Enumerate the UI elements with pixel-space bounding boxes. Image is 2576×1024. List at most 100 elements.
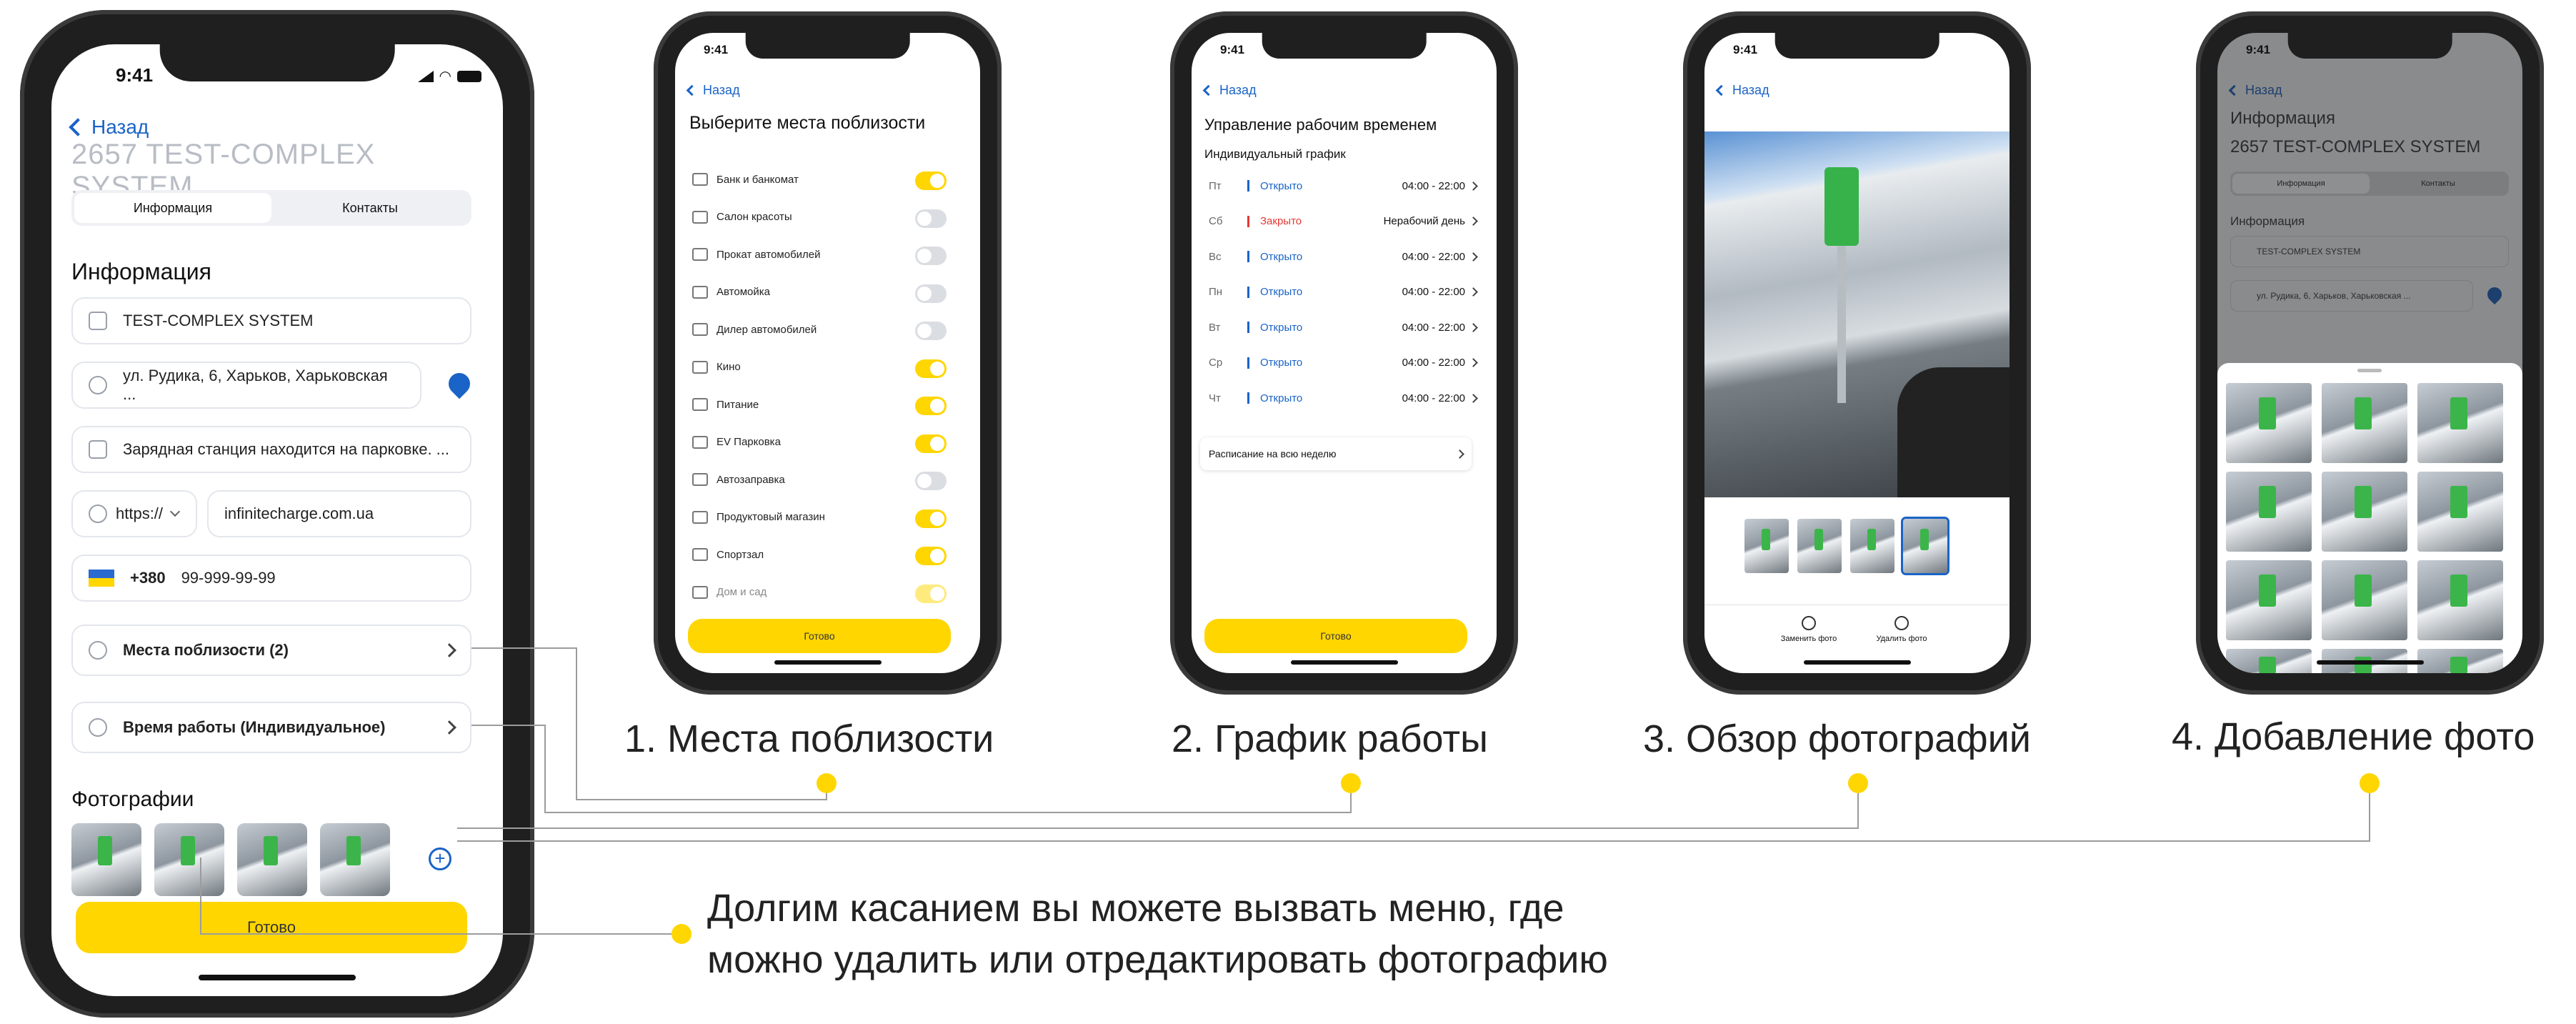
status-label: Открыто	[1260, 250, 1303, 263]
photo-picker-sheet[interactable]	[2217, 363, 2522, 673]
nearby-item: Автомойка	[692, 285, 770, 299]
address-field[interactable]: ул. Рудика, 6, Харьков, Харьковская ...	[2230, 280, 2473, 312]
tab-information[interactable]: Информация	[2232, 174, 2370, 194]
gallery-photo[interactable]	[2226, 560, 2312, 640]
photo-thumbnail[interactable]	[71, 823, 141, 896]
time-label: 04:00 - 22:00	[1402, 392, 1465, 404]
nearby-toggle[interactable]	[915, 284, 947, 303]
section-title: Информация	[2230, 214, 2305, 228]
gallery-photo[interactable]	[2322, 560, 2407, 640]
nearby-item: Автозаправка	[692, 473, 785, 486]
address-value: ул. Рудика, 6, Харьков, Харьковская ...	[2257, 291, 2411, 301]
chevron-right-icon	[1469, 358, 1478, 367]
back-button[interactable]: Назад	[1202, 83, 1257, 98]
photo-thumbnail-selected[interactable]	[1901, 517, 1950, 575]
status-indicator	[1247, 392, 1249, 404]
nearby-toggle[interactable]	[915, 547, 947, 565]
nearby-toggle[interactable]	[915, 322, 947, 340]
photo-thumbnail[interactable]	[1744, 519, 1789, 573]
nearby-item-label: Питание	[717, 398, 759, 411]
nearby-toggle[interactable]	[915, 209, 947, 228]
photo-thumbnail[interactable]	[237, 823, 307, 896]
photo-thumbnail[interactable]	[1797, 519, 1842, 573]
status-label: Открыто	[1260, 321, 1303, 334]
done-button[interactable]: Готово	[76, 902, 467, 953]
protocol-select[interactable]: https://	[71, 490, 197, 537]
connector-line	[471, 725, 546, 726]
connector-line	[200, 858, 201, 935]
map-pin-icon[interactable]	[444, 368, 475, 399]
nearby-phone-frame: 9:41 Назад Выберите места поблизости Бан…	[654, 11, 1002, 695]
tab-information[interactable]: Информация	[74, 193, 271, 223]
nearby-toggle[interactable]	[915, 359, 947, 378]
gallery-photo[interactable]	[2417, 472, 2503, 552]
phone-value: 99-999-99-99	[181, 569, 276, 587]
nearby-item: Банк и банкомат	[692, 173, 799, 186]
delete-photo-button[interactable]: Удалить фото	[1866, 616, 1937, 643]
name-field[interactable]: TEST-COMPLEX SYSTEM	[71, 297, 471, 344]
map-pin-icon[interactable]	[2484, 284, 2505, 305]
back-button[interactable]: Назад	[69, 116, 149, 139]
chevron-right-icon	[1469, 322, 1478, 332]
clock-icon	[89, 718, 107, 737]
nearby-toggle[interactable]	[915, 172, 947, 190]
back-button[interactable]: Назад	[686, 83, 740, 98]
add-photo-icon[interactable]: +	[429, 847, 451, 870]
schedule-subtitle: Индивидуальный график	[1204, 147, 1346, 161]
nearby-toggle[interactable]	[915, 472, 947, 490]
gallery-photo[interactable]	[2417, 649, 2503, 673]
chevron-right-icon	[1455, 449, 1464, 459]
gallery-photo[interactable]	[2322, 383, 2407, 463]
phone-field[interactable]: +380 99-999-99-99	[71, 555, 471, 602]
done-button[interactable]: Готово	[1204, 619, 1467, 653]
gallery-photo[interactable]	[2226, 383, 2312, 463]
home-indicator	[1803, 660, 1911, 665]
nearby-toggle[interactable]	[915, 509, 947, 528]
replace-photo-button[interactable]: Заменить фото	[1773, 616, 1844, 643]
callout-dot	[1848, 773, 1868, 793]
long-press-hint-line1: Долгим касанием вы можете вызвать меню, …	[707, 887, 1564, 930]
nearby-toggle[interactable]	[915, 434, 947, 453]
gallery-photo[interactable]	[2226, 649, 2312, 673]
nearby-item: Дом и сад	[692, 585, 767, 599]
tab-contacts[interactable]: Контакты	[2370, 174, 2507, 194]
hours-label: Время работы (Индивидуальное)	[123, 718, 386, 736]
chevron-left-icon	[1715, 84, 1727, 96]
time-label: 04:00 - 22:00	[1402, 250, 1465, 263]
gallery-photo[interactable]	[2322, 472, 2407, 552]
back-button[interactable]: Назад	[1715, 83, 1769, 98]
photo-thumbnail[interactable]	[320, 823, 390, 896]
photo-screen: 9:41 Назад Заменить фото Удалить фото	[1704, 33, 2010, 673]
nearby-places-row[interactable]: Места поблизости (2)	[71, 625, 471, 676]
week-schedule-row[interactable]: Расписание на всю неделю	[1200, 437, 1472, 470]
gallery-photo[interactable]	[2417, 383, 2503, 463]
address-field[interactable]: ул. Рудика, 6, Харьков, Харьковская ...	[71, 362, 421, 409]
status-indicator	[1247, 286, 1249, 298]
gallery-photo[interactable]	[2226, 472, 2312, 552]
photo-thumbnail[interactable]	[1850, 519, 1894, 573]
photo-thumbnail[interactable]	[154, 823, 224, 896]
callout-dot	[2360, 773, 2380, 793]
nearby-toggle[interactable]	[915, 397, 947, 415]
nearby-item: Кино	[692, 360, 741, 374]
replace-label: Заменить фото	[1780, 635, 1837, 643]
nearby-toggle[interactable]	[915, 247, 947, 265]
back-button[interactable]: Назад	[2228, 83, 2282, 98]
working-hours-row[interactable]: Время работы (Индивидуальное)	[71, 702, 471, 753]
add-photo-screen: 9:41 Назад Информация 2657 TEST-COMPLEX …	[2217, 33, 2522, 673]
done-button[interactable]: Готово	[688, 619, 951, 653]
tab-contacts[interactable]: Контакты	[271, 193, 469, 223]
status-time: 9:41	[1220, 43, 1245, 56]
gallery-photo[interactable]	[2417, 560, 2503, 640]
place-category-icon	[692, 585, 708, 599]
connector-line	[576, 799, 827, 800]
nearby-item: Дилер автомобилей	[692, 323, 817, 336]
location-icon	[89, 376, 107, 394]
website-field[interactable]: infinitecharge.com.ua	[207, 490, 471, 537]
name-field[interactable]: TEST-COMPLEX SYSTEM	[2230, 236, 2509, 267]
place-category-icon	[692, 210, 708, 224]
nearby-toggle[interactable]	[915, 584, 947, 603]
description-field[interactable]: Зарядная станция находится на парковке. …	[71, 426, 471, 473]
edit-icon	[89, 440, 107, 459]
status-time: 9:41	[116, 64, 154, 86]
